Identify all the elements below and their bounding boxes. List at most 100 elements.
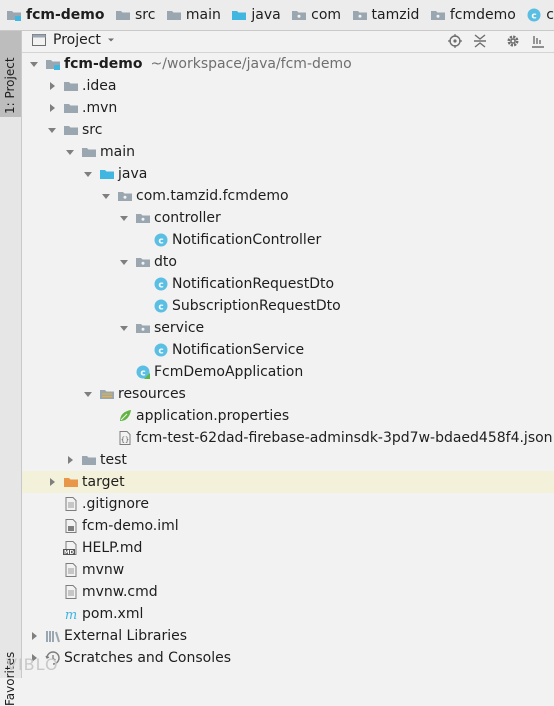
project-panel-header: Project xyxy=(22,31,554,53)
tree-item-notificationrequestdto[interactable]: cNotificationRequestDto xyxy=(22,273,554,295)
package-icon xyxy=(352,7,368,23)
project-tool-tab[interactable]: 1: Project xyxy=(0,31,21,117)
collapsed-arrow-icon[interactable] xyxy=(29,631,39,641)
tree-item-label: application.properties xyxy=(136,408,289,424)
arrow-spacer xyxy=(47,521,57,531)
tree-item-label: Scratches and Consoles xyxy=(64,650,231,666)
tree-item-application-properties[interactable]: application.properties xyxy=(22,405,554,427)
text-file-icon xyxy=(63,584,79,600)
breadcrumb-item-tamzid[interactable]: tamzid xyxy=(346,0,420,30)
tree-item-target[interactable]: target xyxy=(22,471,554,493)
tree-item-gitignore[interactable]: .gitignore xyxy=(22,493,554,515)
tree-item-main[interactable]: main xyxy=(22,141,554,163)
tree-item-fcmdemoapplication[interactable]: cFcmDemoApplication xyxy=(22,361,554,383)
tree-item-notificationcontroller[interactable]: cNotificationController xyxy=(22,229,554,251)
tree-item-fcm-demo-iml[interactable]: fcm-demo.iml xyxy=(22,515,554,537)
svg-text:c: c xyxy=(158,347,163,357)
arrow-spacer xyxy=(137,345,147,355)
tree-item-label: src xyxy=(82,122,102,138)
tree-item-pom-xml[interactable]: mpom.xml xyxy=(22,603,554,625)
tree-item-label: service xyxy=(154,320,204,336)
breadcrumb-item-com[interactable]: com xyxy=(285,0,341,30)
breadcrumb-item-c[interactable]: cc xyxy=(520,0,554,30)
panel-title: Project xyxy=(53,32,101,48)
collapsed-arrow-icon[interactable] xyxy=(47,103,57,113)
locate-icon[interactable] xyxy=(447,33,463,49)
tree-item-label: .gitignore xyxy=(82,496,149,512)
folder-icon xyxy=(166,7,182,23)
gear-icon[interactable] xyxy=(505,33,521,49)
collapsed-arrow-icon[interactable] xyxy=(47,81,57,91)
folder-icon xyxy=(63,122,79,138)
tree-item-scratches-and-consoles[interactable]: Scratches and Consoles xyxy=(22,647,554,669)
tree-item-service[interactable]: service xyxy=(22,317,554,339)
tree-item-label: HELP.md xyxy=(82,540,142,556)
tree-item-help-md[interactable]: MD HELP.md xyxy=(22,537,554,559)
tree-item-resources[interactable]: resources xyxy=(22,383,554,405)
collapse-all-icon[interactable] xyxy=(472,33,488,49)
expanded-arrow-icon[interactable] xyxy=(119,323,129,333)
tree-item-label: test xyxy=(100,452,127,468)
tree-item-external-libraries[interactable]: External Libraries xyxy=(22,625,554,647)
svg-text:c: c xyxy=(158,303,163,313)
tree-item-mvnw-cmd[interactable]: mvnw.cmd xyxy=(22,581,554,603)
svg-text:MD: MD xyxy=(64,550,74,556)
class-icon: c xyxy=(153,232,169,248)
chevron-down-icon xyxy=(107,36,115,44)
folder-icon xyxy=(81,144,97,160)
view-selector[interactable]: Project xyxy=(31,32,115,48)
tree-item-src[interactable]: src xyxy=(22,119,554,141)
folder-icon xyxy=(63,78,79,94)
tree-item-label: target xyxy=(82,474,125,490)
expanded-arrow-icon[interactable] xyxy=(119,257,129,267)
text-file-icon xyxy=(63,496,79,512)
svg-text:c: c xyxy=(140,369,145,379)
hide-icon[interactable] xyxy=(530,33,546,49)
tree-item-label: .idea xyxy=(82,78,116,94)
tree-item-label: dto xyxy=(154,254,177,270)
tree-item-fcm-test-62dad-firebase-adminsdk-3pd7w-bdaed458f4-json[interactable]: {}fcm-test-62dad-firebase-adminsdk-3pd7w… xyxy=(22,427,554,449)
arrow-spacer xyxy=(101,433,111,443)
breadcrumb-item-fcm-demo[interactable]: fcm-demo xyxy=(0,0,105,30)
tree-item-com-tamzid-fcmdemo[interactable]: com.tamzid.fcmdemo xyxy=(22,185,554,207)
tree-item-fcm-demo[interactable]: fcm-demo~/workspace/java/fcm-demo xyxy=(22,53,554,75)
watermark: VIBLO xyxy=(6,655,59,674)
breadcrumb-item-src[interactable]: src xyxy=(109,0,155,30)
collapsed-arrow-icon[interactable] xyxy=(65,455,75,465)
project-tree: fcm-demo~/workspace/java/fcm-demo .idea .m… xyxy=(22,53,554,678)
tree-item-label: fcm-test-62dad-firebase-adminsdk-3pd7w-b… xyxy=(136,430,553,446)
expanded-arrow-icon[interactable] xyxy=(83,169,93,179)
expanded-arrow-icon[interactable] xyxy=(47,125,57,135)
package-icon xyxy=(430,7,446,23)
breadcrumb-label: java xyxy=(251,7,280,23)
expanded-arrow-icon[interactable] xyxy=(83,389,93,399)
collapsed-arrow-icon[interactable] xyxy=(47,477,57,487)
breadcrumb-item-main[interactable]: main xyxy=(160,0,221,30)
expanded-arrow-icon[interactable] xyxy=(29,59,39,69)
package-icon xyxy=(135,254,151,270)
breadcrumb-item-java[interactable]: java xyxy=(225,0,280,30)
tree-item-dto[interactable]: dto xyxy=(22,251,554,273)
arrow-spacer xyxy=(47,565,57,575)
folder-icon xyxy=(63,100,79,116)
arrow-spacer xyxy=(101,411,111,421)
tree-item-mvn[interactable]: .mvn xyxy=(22,97,554,119)
tree-item-subscriptionrequestdto[interactable]: cSubscriptionRequestDto xyxy=(22,295,554,317)
tree-item-controller[interactable]: controller xyxy=(22,207,554,229)
expanded-arrow-icon[interactable] xyxy=(65,147,75,157)
tree-item-idea[interactable]: .idea xyxy=(22,75,554,97)
tree-item-label: External Libraries xyxy=(64,628,187,644)
tree-item-java[interactable]: java xyxy=(22,163,554,185)
tree-item-test[interactable]: test xyxy=(22,449,554,471)
expanded-arrow-icon[interactable] xyxy=(119,213,129,223)
expanded-arrow-icon[interactable] xyxy=(101,191,111,201)
source-folder-icon xyxy=(231,7,247,23)
libraries-icon xyxy=(45,628,61,644)
tree-item-label: com.tamzid.fcmdemo xyxy=(136,188,289,204)
tree-item-notificationservice[interactable]: cNotificationService xyxy=(22,339,554,361)
breadcrumb-item-fcmdemo[interactable]: fcmdemo xyxy=(424,0,516,30)
arrow-spacer xyxy=(137,301,147,311)
tree-item-mvnw[interactable]: mvnw xyxy=(22,559,554,581)
markdown-file-icon: MD xyxy=(63,540,79,556)
left-tool-stripe: 1: Project Favorites xyxy=(0,31,22,678)
